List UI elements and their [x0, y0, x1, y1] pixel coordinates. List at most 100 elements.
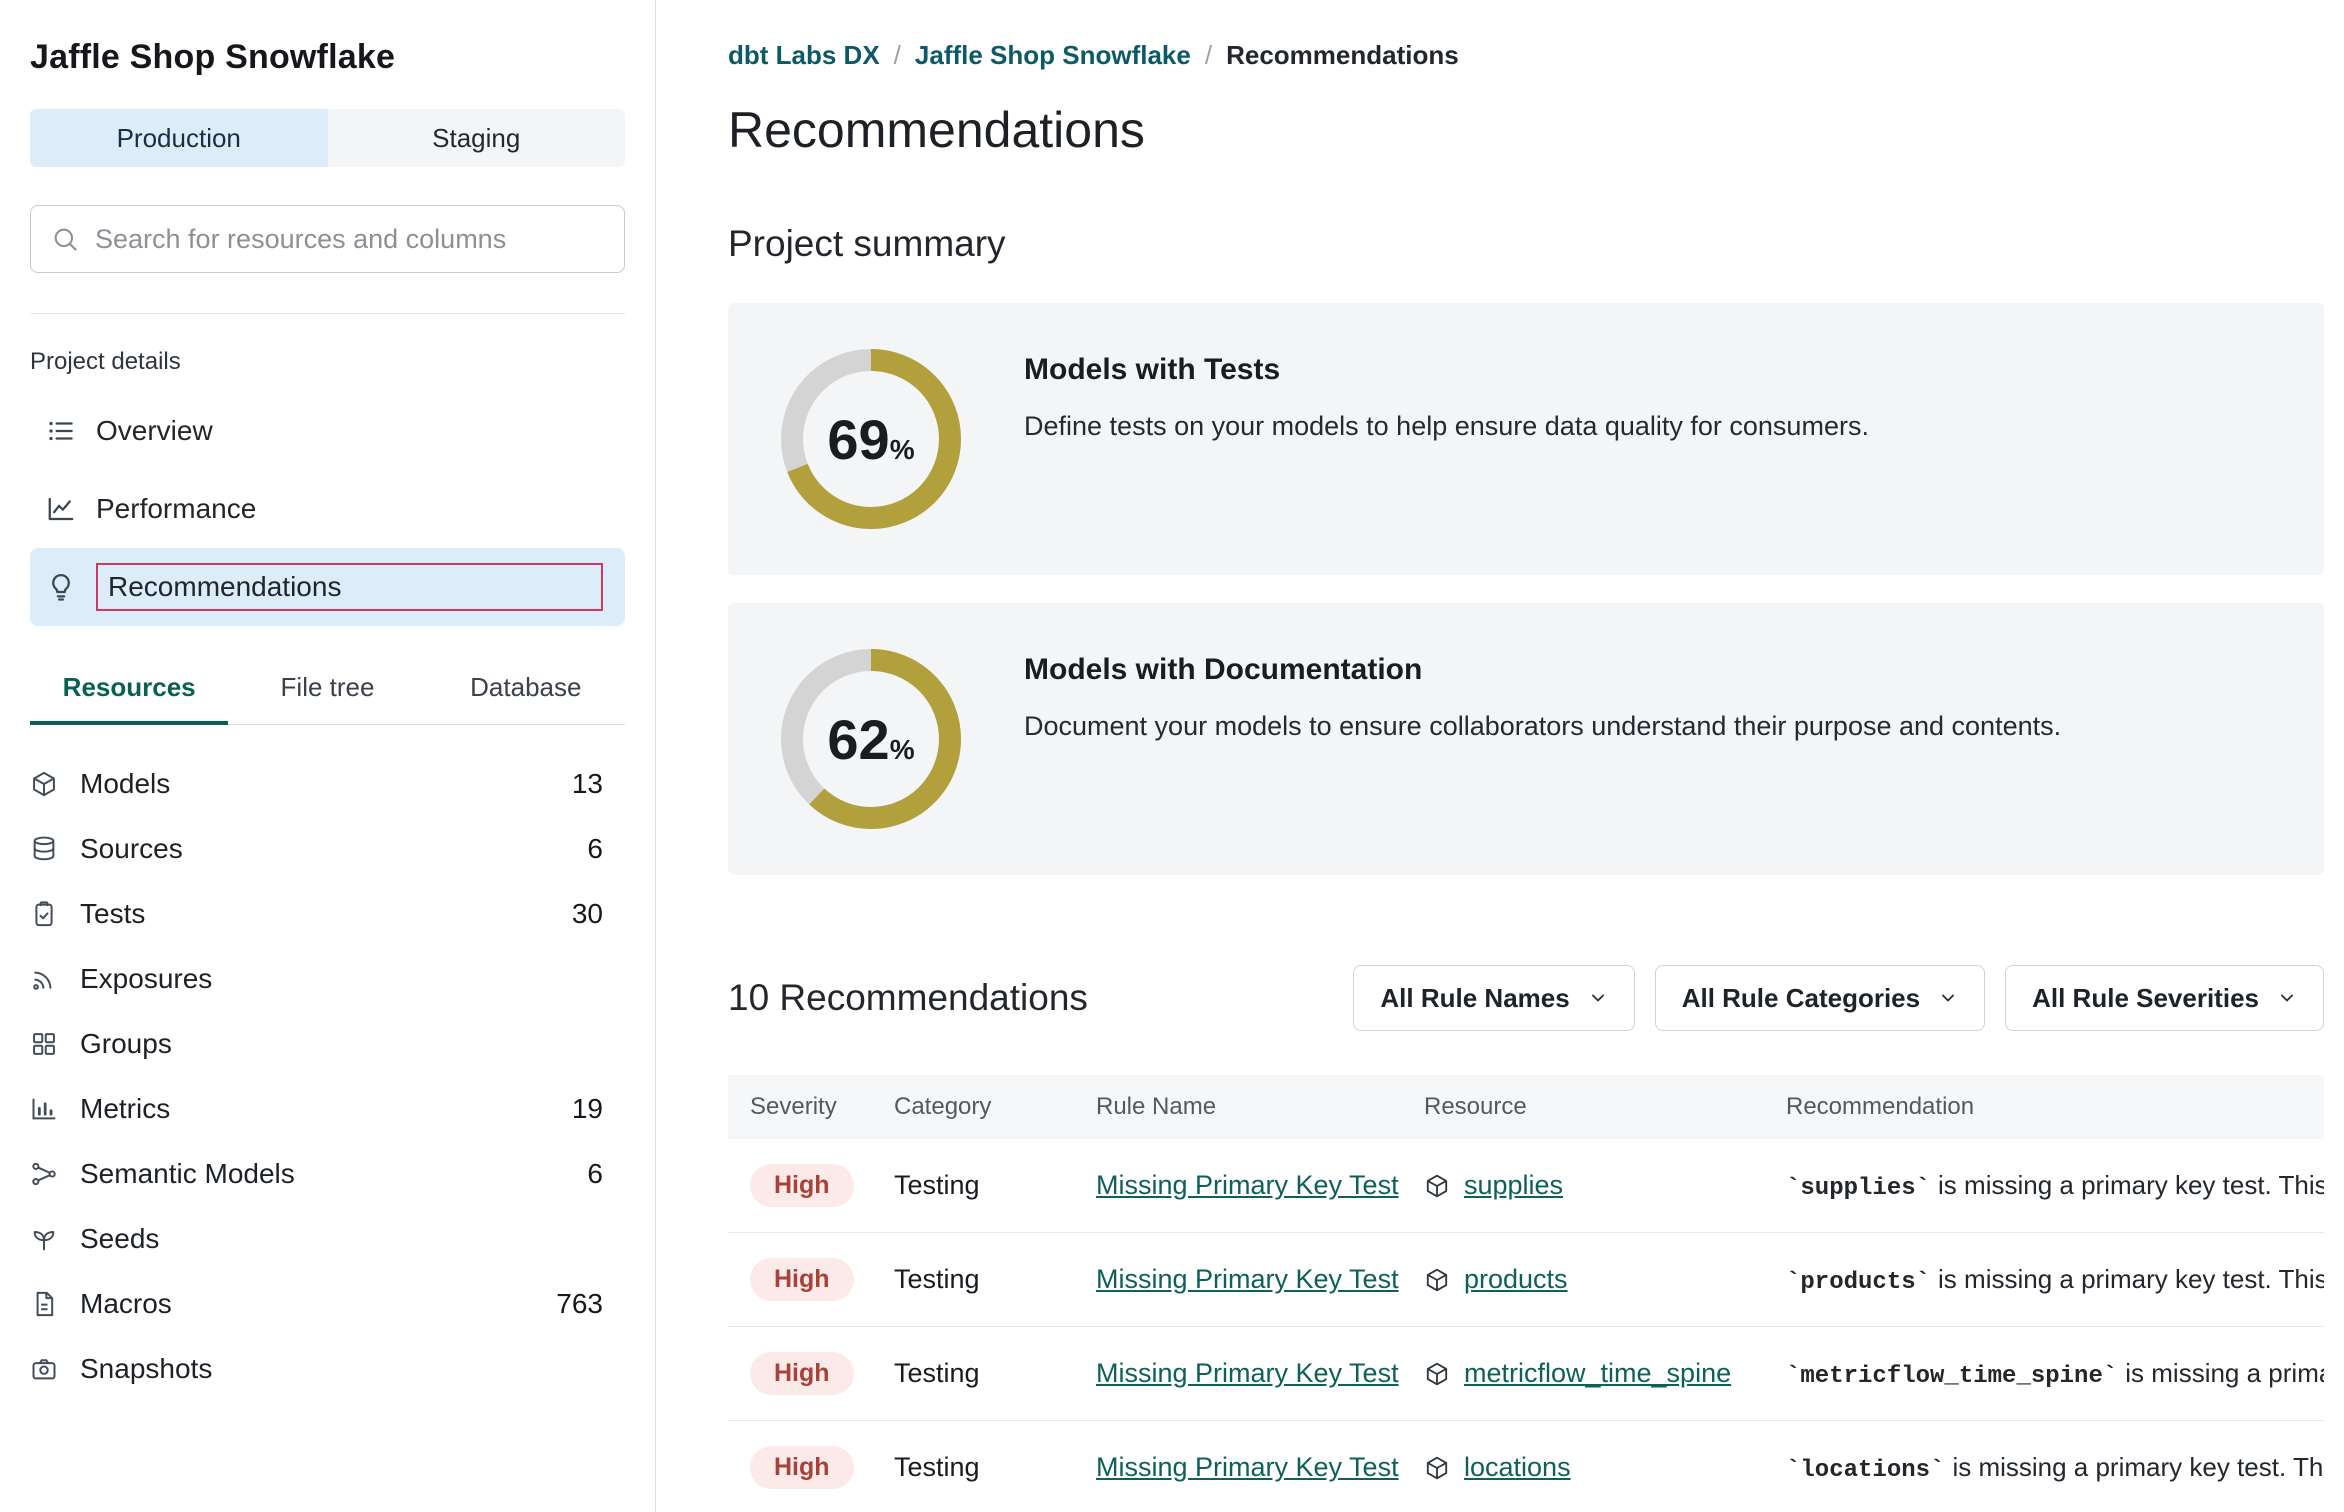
resource-code: `products` — [1786, 1269, 1930, 1296]
sidebar-divider — [30, 313, 625, 314]
sidebar-item-sources[interactable]: Sources 6 — [30, 816, 603, 881]
rule-categories-filter[interactable]: All Rule Categories — [1655, 965, 1985, 1031]
seedling-icon — [30, 1225, 58, 1253]
tests-coverage-donut: 69 % — [776, 344, 966, 534]
rule-name-link[interactable]: Missing Primary Key Test — [1096, 1264, 1424, 1295]
chevron-down-icon — [2277, 988, 2297, 1008]
sidebar-item-overview[interactable]: Overview — [30, 392, 625, 470]
resource-label: Semantic Models — [80, 1158, 295, 1190]
column-header-severity: Severity — [750, 1093, 894, 1121]
resource-cell: products — [1424, 1264, 1786, 1295]
resource-link[interactable]: supplies — [1464, 1170, 1563, 1201]
rule-names-filter[interactable]: All Rule Names — [1353, 965, 1634, 1031]
rule-name-link[interactable]: Missing Primary Key Test — [1096, 1358, 1424, 1389]
breadcrumb-separator: / — [894, 40, 901, 71]
card-title: Models with Documentation — [1024, 653, 2061, 687]
tab-file-tree[interactable]: File tree — [228, 672, 426, 725]
chevron-down-icon — [1588, 988, 1608, 1008]
breadcrumb-link-project[interactable]: Jaffle Shop Snowflake — [915, 40, 1191, 71]
project-title: Jaffle Shop Snowflake — [30, 38, 625, 77]
percent-unit: % — [890, 434, 915, 466]
sidebar-item-tests[interactable]: Tests 30 — [30, 881, 603, 946]
resource-count: 6 — [587, 833, 603, 865]
table-row: High Testing Missing Primary Key Test lo… — [728, 1421, 2324, 1512]
sidebar-item-exposures[interactable]: Exposures — [30, 946, 603, 1011]
resource-label: Macros — [80, 1288, 172, 1320]
table-row: High Testing Missing Primary Key Test su… — [728, 1139, 2324, 1233]
breadcrumb-current: Recommendations — [1226, 40, 1459, 71]
sidebar-item-label: Performance — [96, 493, 256, 525]
filter-label: All Rule Severities — [2032, 983, 2259, 1014]
resource-count: 19 — [572, 1093, 603, 1125]
tab-resources[interactable]: Resources — [30, 672, 228, 725]
app-root: Jaffle Shop Snowflake Production Staging… — [0, 0, 2344, 1512]
recommendations-header: 10 Recommendations All Rule Names All Ru… — [728, 965, 2324, 1031]
sidebar-item-snapshots[interactable]: Snapshots — [30, 1336, 603, 1401]
tab-database[interactable]: Database — [427, 672, 625, 725]
resource-label: Tests — [80, 898, 145, 930]
severity-badge: High — [750, 1352, 854, 1395]
column-header-rule-name: Rule Name — [1096, 1093, 1424, 1121]
project-summary-heading: Project summary — [728, 223, 2324, 265]
resource-cell: metricflow_time_spine — [1424, 1358, 1786, 1389]
donut-percent-label: 62 % — [776, 644, 966, 834]
resource-view-tabs: Resources File tree Database — [30, 672, 625, 725]
sidebar-item-performance[interactable]: Performance — [30, 470, 625, 548]
breadcrumb-link-dbt-labs-dx[interactable]: dbt Labs DX — [728, 40, 880, 71]
database-icon — [30, 835, 58, 863]
sidebar-item-semantic-models[interactable]: Semantic Models 6 — [30, 1141, 603, 1206]
project-details-nav: Overview Performance Recommendations — [30, 392, 625, 626]
percent-value: 62 — [827, 707, 889, 772]
recommendation-text: is missing a primary key test. This test — [1938, 1170, 2324, 1200]
tab-production[interactable]: Production — [30, 109, 328, 167]
main-content: dbt Labs DX / Jaffle Shop Snowflake / Re… — [656, 0, 2344, 1512]
resource-label: Seeds — [80, 1223, 159, 1255]
donut-percent-label: 69 % — [776, 344, 966, 534]
sidebar-item-metrics[interactable]: Metrics 19 — [30, 1076, 603, 1141]
cube-icon — [1424, 1173, 1450, 1199]
resource-label: Metrics — [80, 1093, 170, 1125]
recommendation-cell: `metricflow_time_spine`is missing a prim… — [1786, 1358, 2324, 1390]
models-with-documentation-card: 62 % Models with Documentation Document … — [728, 603, 2324, 875]
severity-badge: High — [750, 1446, 854, 1489]
sidebar-item-seeds[interactable]: Seeds — [30, 1206, 603, 1271]
rule-name-link[interactable]: Missing Primary Key Test — [1096, 1170, 1424, 1201]
column-header-category: Category — [894, 1093, 1096, 1121]
breadcrumb: dbt Labs DX / Jaffle Shop Snowflake / Re… — [728, 40, 2324, 71]
percent-value: 69 — [827, 407, 889, 472]
filter-label: All Rule Names — [1380, 983, 1569, 1014]
severity-badge: High — [750, 1164, 854, 1207]
graph-nodes-icon — [30, 1160, 58, 1188]
resource-count: 30 — [572, 898, 603, 930]
resource-link[interactable]: locations — [1464, 1452, 1571, 1483]
resource-link[interactable]: metricflow_time_spine — [1464, 1358, 1731, 1389]
docs-coverage-donut: 62 % — [776, 644, 966, 834]
rule-severities-filter[interactable]: All Rule Severities — [2005, 965, 2324, 1031]
resource-cell: supplies — [1424, 1170, 1786, 1201]
resource-cell: locations — [1424, 1452, 1786, 1483]
grid-icon — [30, 1030, 58, 1058]
rule-name-link[interactable]: Missing Primary Key Test — [1096, 1452, 1424, 1483]
recommendation-text: is missing a primary key test. This test — [1938, 1264, 2324, 1294]
category-cell: Testing — [894, 1170, 1096, 1201]
environment-tabs: Production Staging — [30, 109, 625, 167]
breadcrumb-separator: / — [1205, 40, 1212, 71]
sidebar-item-macros[interactable]: Macros 763 — [30, 1271, 603, 1336]
resource-count: 763 — [556, 1288, 603, 1320]
project-details-label: Project details — [30, 348, 625, 376]
filters: All Rule Names All Rule Categories All R… — [1353, 965, 2324, 1031]
sidebar-item-recommendations[interactable]: Recommendations — [30, 548, 625, 626]
tab-staging[interactable]: Staging — [328, 109, 626, 167]
search-icon — [51, 225, 79, 253]
sidebar-item-models[interactable]: Models 13 — [30, 751, 603, 816]
summary-cards: 69 % Models with Tests Define tests on y… — [728, 303, 2324, 875]
page-title: Recommendations — [728, 101, 2324, 159]
cube-icon — [1424, 1361, 1450, 1387]
card-description: Define tests on your models to help ensu… — [1024, 411, 1869, 442]
resource-link[interactable]: products — [1464, 1264, 1568, 1295]
search-input[interactable] — [95, 224, 604, 255]
list-icon — [46, 416, 76, 446]
sidebar-item-groups[interactable]: Groups — [30, 1011, 603, 1076]
resource-label: Snapshots — [80, 1353, 212, 1385]
column-header-recommendation: Recommendation — [1786, 1093, 2324, 1121]
